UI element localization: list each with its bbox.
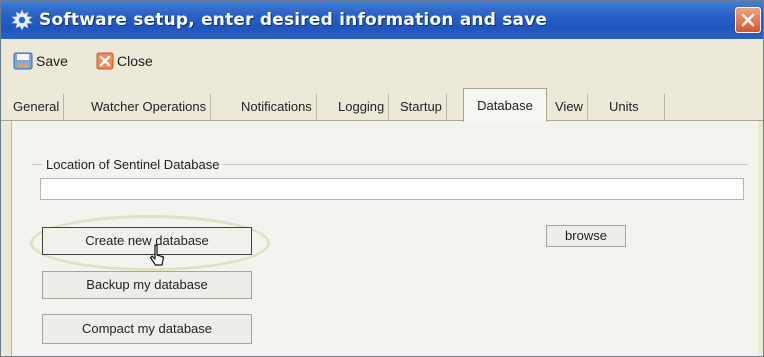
tab-general[interactable]: General (9, 94, 65, 120)
gear-icon (11, 9, 33, 31)
create-database-button[interactable]: Create new database (42, 227, 252, 255)
window-close-button[interactable] (735, 7, 761, 33)
close-button[interactable]: Close (96, 51, 153, 71)
backup-database-button[interactable]: Backup my database (42, 271, 252, 299)
tab-notifications[interactable]: Notifications (237, 94, 317, 120)
compact-database-button[interactable]: Compact my database (42, 314, 252, 344)
close-icon (96, 52, 114, 70)
save-button[interactable]: Save (13, 51, 68, 71)
close-icon (741, 13, 755, 27)
tab-watcher-operations[interactable]: Watcher Operations (87, 94, 212, 120)
mouse-pointer-icon (149, 244, 165, 266)
tab-logging[interactable]: Logging (334, 94, 390, 120)
database-location-input[interactable] (40, 178, 744, 200)
database-panel: Location of Sentinel Database Create new… (11, 121, 758, 356)
browse-button[interactable]: browse (546, 225, 626, 247)
save-label: Save (36, 53, 68, 69)
title-bar: Software setup, enter desired informatio… (1, 1, 763, 39)
window-title: Software setup, enter desired informatio… (39, 10, 548, 30)
tab-startup[interactable]: Startup (396, 94, 447, 120)
close-label: Close (117, 53, 153, 69)
save-icon (13, 52, 33, 70)
tab-database[interactable]: Database (463, 88, 547, 122)
tab-units[interactable]: Units (605, 94, 665, 120)
settings-tabs: General Watcher Operations Notifications… (1, 81, 763, 122)
setup-window: Software setup, enter desired informatio… (0, 0, 764, 357)
tab-view[interactable]: View (551, 94, 588, 120)
toolbar: Save Close (1, 39, 763, 81)
database-location-label: Location of Sentinel Database (42, 157, 224, 172)
